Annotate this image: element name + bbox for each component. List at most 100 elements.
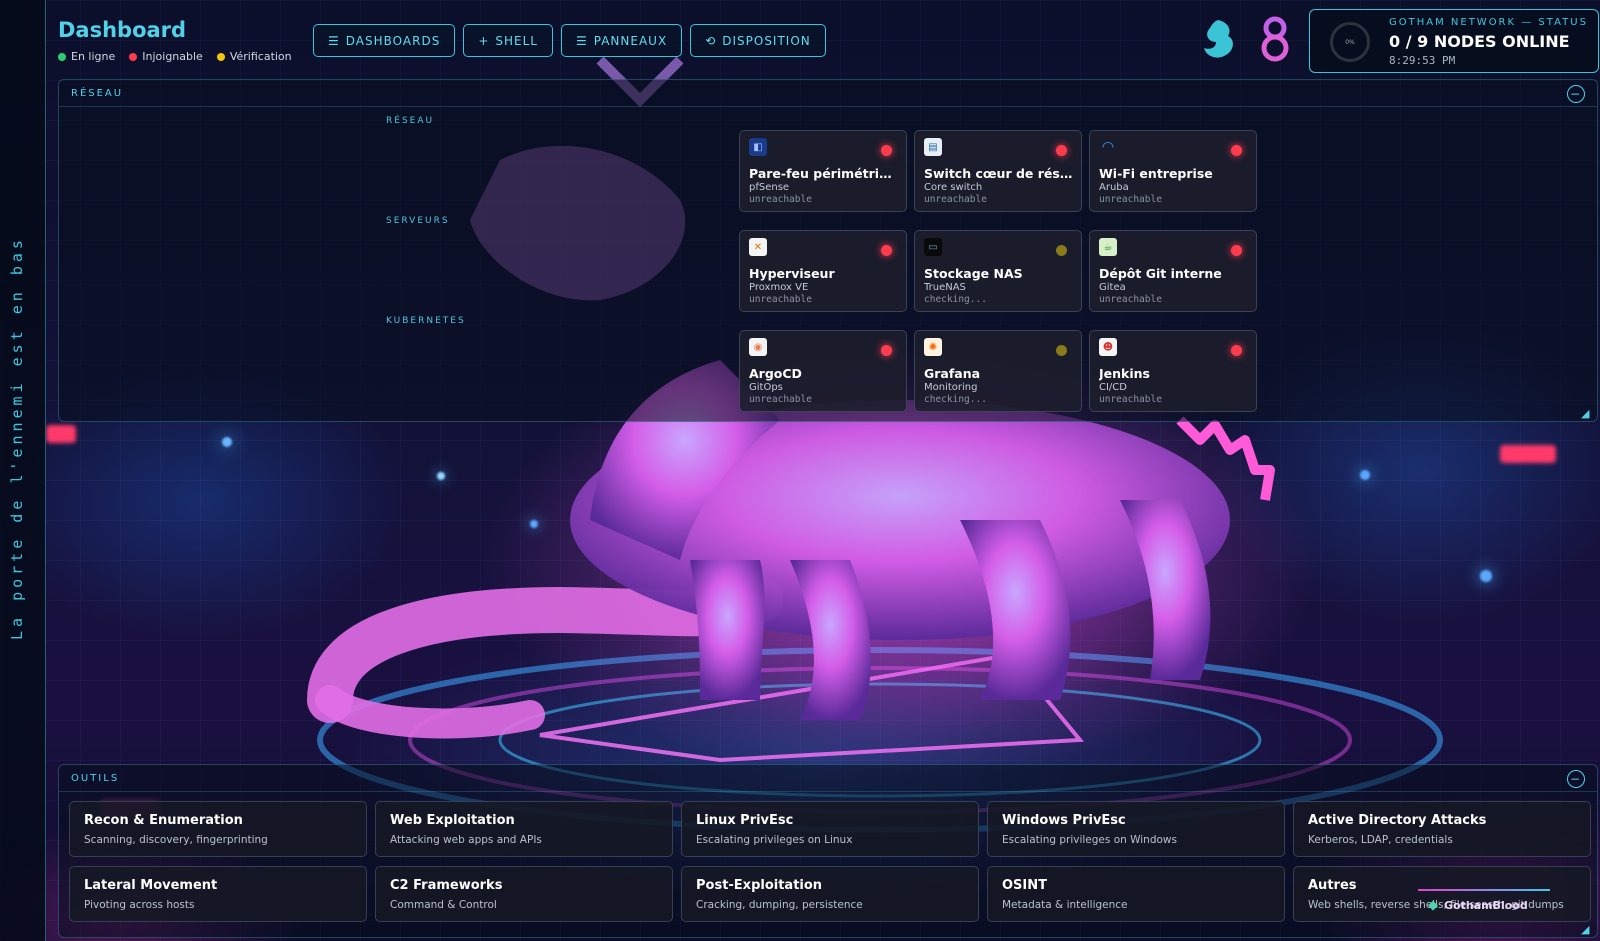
tool-autres[interactable]: Autres Web shells, reverse shells, file … [1293,866,1591,922]
eight-logo-icon [1261,16,1289,62]
service-state: unreachable [749,394,812,405]
disposition-button[interactable]: ⟲ DISPOSITION [690,24,826,57]
status-dot [881,345,892,356]
tool-active-directory[interactable]: Active Directory Attacks Kerberos, LDAP,… [1293,801,1591,857]
legend-checking: Vérification [216,50,292,63]
legend-checking-dot [216,52,225,61]
group-label-reseau: RÉSEAU [386,116,435,126]
status-dot [1056,145,1067,156]
dashboards-button[interactable]: ☰ DASHBOARDS [313,24,456,57]
tool-name: Windows PrivEsc [1002,813,1126,828]
legend-unreachable: Injoignable [129,50,203,63]
service-card-wifi[interactable]: ◠ Wi-Fi entreprise Aruba unreachable [1089,130,1257,212]
service-name: Pare-feu périmétrique [749,166,899,181]
watermark-text: GothamBlood [1444,899,1528,912]
tool-desc: Command & Control [390,899,497,911]
argocd-icon: ◉ [749,338,767,356]
service-state: unreachable [1099,194,1162,205]
jenkins-icon: ☻ [1099,338,1117,356]
service-name: Switch cœur de rése... [924,166,1074,181]
tool-name: OSINT [1002,878,1047,893]
dashboards-button-label: DASHBOARDS [345,33,441,48]
tools-panel: OUTILS − ◢ Recon & Enumeration Scanning,… [58,764,1598,938]
service-state: checking... [924,394,987,405]
tools-panel-resize-handle[interactable]: ◢ [1581,923,1593,936]
legend-online-dot [58,52,66,61]
legend-online-label: En ligne [71,50,116,63]
status-dot [1231,145,1242,156]
side-rail: La porte de l'ennemi est en bas [0,0,46,941]
service-state: unreachable [1099,294,1162,305]
tool-post-exploitation[interactable]: Post-Exploitation Cracking, dumping, per… [681,866,979,922]
legend-online: En ligne [58,50,115,63]
bokeh-light [437,472,445,480]
network-panel-title: RÉSEAU [71,87,124,99]
tool-desc: Metadata & intelligence [1002,899,1128,911]
legend-unreachable-dot [129,52,138,61]
tools-panel-title: OUTILS [71,772,120,784]
service-card-gitea[interactable]: ☕ Dépôt Git interne Gitea unreachable [1089,230,1257,312]
network-panel-resize-handle[interactable]: ◢ [1581,407,1593,420]
group-label-serveurs: SERVEURS [386,216,450,226]
tool-linux-privesc[interactable]: Linux PrivEsc Escalating privileges on L… [681,801,979,857]
group-label-kubernetes: KUBERNETES [386,316,466,326]
tool-lateral-movement[interactable]: Lateral Movement Pivoting across hosts [69,866,367,922]
tool-name: Active Directory Attacks [1308,813,1487,828]
service-name: Dépôt Git interne [1099,266,1222,281]
tool-recon[interactable]: Recon & Enumeration Scanning, discovery,… [69,801,367,857]
dragon-icon: ◆ [1428,898,1438,913]
service-type: GitOps [749,382,783,393]
watermark: ◆ GothamBlood [1428,898,1528,913]
tool-osint[interactable]: OSINT Metadata & intelligence [987,866,1285,922]
service-state: unreachable [749,194,812,205]
status-dot [1231,345,1242,356]
tool-name: Web Exploitation [390,813,515,828]
tool-desc: Pivoting across hosts [84,899,195,911]
service-card-argocd[interactable]: ◉ ArgoCD GitOps unreachable [739,330,907,412]
wifi-icon: ◠ [1101,139,1115,155]
tool-desc: Escalating privileges on Windows [1002,834,1177,846]
tool-windows-privesc[interactable]: Windows PrivEsc Escalating privileges on… [987,801,1285,857]
neon-light [1500,445,1556,463]
service-name: Stockage NAS [924,266,1023,281]
tool-c2-frameworks[interactable]: C2 Frameworks Command & Control [375,866,673,922]
service-card-truenas[interactable]: ▭ Stockage NAS TrueNAS checking... [914,230,1082,312]
network-panel-collapse-button[interactable]: − [1567,85,1585,103]
status-ring-text: 0% [1345,38,1355,46]
service-card-pfsense[interactable]: ◧ Pare-feu périmétrique pfSense unreacha… [739,130,907,212]
panneaux-button[interactable]: ☰ PANNEAUX [560,24,683,57]
panneaux-button-label: PANNEAUX [593,33,668,48]
tools-panel-header: OUTILS − [59,765,1597,792]
status-ring: 0% [1330,22,1370,62]
service-card-jenkins[interactable]: ☻ Jenkins CI/CD unreachable [1089,330,1257,412]
status-summary: 0 / 9 NODES ONLINE [1389,32,1570,51]
switch-icon: ▤ [924,138,942,156]
service-name: ArgoCD [749,366,802,381]
service-card-proxmox[interactable]: ✕ Hyperviseur Proxmox VE unreachable [739,230,907,312]
bokeh-light [1480,570,1492,582]
service-state: unreachable [924,194,987,205]
service-card-core-switch[interactable]: ▤ Switch cœur de rése... Core switch unr… [914,130,1082,212]
network-panel: RÉSEAU − ◢ RÉSEAU SERVEURS KUBERNETES ◧ … [58,79,1598,422]
shell-button[interactable]: + SHELL [463,24,553,57]
tool-desc: Attacking web apps and APIs [390,834,542,846]
service-name: Jenkins [1099,366,1150,381]
tool-web-exploitation[interactable]: Web Exploitation Attacking web apps and … [375,801,673,857]
service-card-grafana[interactable]: ✺ Grafana Monitoring checking... [914,330,1082,412]
status-legend: En ligne Injoignable Vérification [58,50,292,63]
service-type: CI/CD [1099,382,1127,393]
watermark-underline [1418,889,1550,891]
network-status-widget: 0% GOTHAM NETWORK — STATUS 0 / 9 NODES O… [1309,9,1599,73]
page-title: Dashboard [58,18,187,42]
service-type: pfSense [749,182,790,193]
menu-icon: ☰ [328,33,340,48]
service-name: Grafana [924,366,981,381]
tool-desc: Kerberos, LDAP, credentials [1308,834,1453,846]
service-type: Gitea [1099,282,1126,293]
tools-panel-collapse-button[interactable]: − [1567,770,1585,788]
top-nav: ☰ DASHBOARDS + SHELL ☰ PANNEAUX ⟲ DISPOS… [313,24,826,57]
status-dot [881,245,892,256]
menu-icon: ☰ [575,33,588,48]
grafana-icon: ✺ [924,338,942,356]
service-state: unreachable [1099,394,1162,405]
